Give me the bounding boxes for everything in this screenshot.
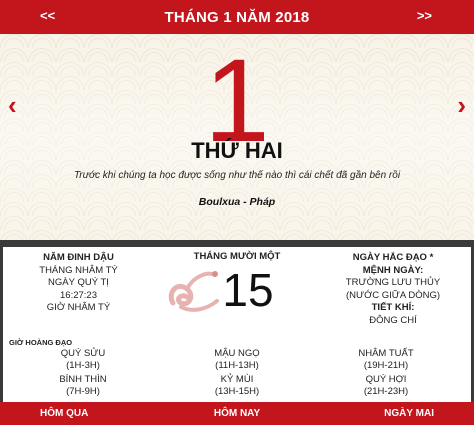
hour-name: MẬU NGỌ (214, 348, 260, 359)
hour-range: (21H-23H) (363, 386, 409, 397)
current-hour-canchi: GIỜ NHÂM TÝ (46, 302, 111, 314)
prev-day-arrow-icon[interactable]: ‹ (8, 90, 17, 121)
menh-ngay-label: MỆNH NGÀY: (362, 264, 424, 276)
lunar-day-number: 15 (222, 264, 274, 316)
hour-range: (13H-15H) (214, 386, 260, 397)
menh-ngay-value: TRƯỜNG LƯU THỦY (345, 277, 441, 289)
hour-name: QUÝ SỬU (60, 348, 106, 359)
weekday-label: THỨ HAI (191, 138, 283, 163)
hour-item: MẬU NGỌ (11H-13H) (162, 348, 312, 372)
divider (0, 240, 474, 247)
daily-quote: Trước khi chúng ta học được sống như thế… (73, 170, 401, 181)
lunar-right-info: NGÀY HẮC ĐẠO * MỆNH NGÀY: TRƯỜNG LƯU THỦ… (323, 252, 463, 328)
tiet-khi-value: ĐÔNG CHÍ (369, 314, 417, 326)
current-time: 16:27:23 (60, 289, 97, 301)
lunar-panel: NĂM ĐINH DẬU THÁNG NHÂM TÝ NGÀY QUÝ TỊ 1… (3, 247, 471, 402)
hour-item: NHÂM TUẤT (19H-21H) (311, 348, 461, 372)
solar-day-panel: 1 THỨ HAI Trước khi chúng ta học được số… (0, 34, 474, 240)
hour-name: KỶ MÙI (220, 374, 254, 385)
next-day-arrow-icon[interactable]: › (457, 90, 466, 121)
hour-range: (19H-21H) (363, 360, 409, 371)
month-header: << THÁNG 1 NĂM 2018 >> (0, 0, 474, 34)
next-month-button[interactable]: >> (417, 8, 432, 23)
hour-range: (1H-3H) (66, 360, 100, 371)
auspicious-hours-label: GIỜ HOÀNG ĐẠO (9, 338, 73, 347)
hour-name: QUÝ HỢI (365, 374, 407, 385)
tiet-khi-label: TIẾT KHÍ: (371, 302, 415, 314)
prev-month-button[interactable]: << (40, 8, 55, 23)
lunar-year: NĂM ĐINH DẬU (43, 252, 114, 263)
lunar-day-canchi: NGÀY QUÝ TỊ (48, 277, 109, 289)
day-navigation-bar: HÔM QUA HÔM NAY NGÀY MAI (0, 402, 474, 425)
hour-range: (11H-13H) (215, 360, 259, 371)
hour-item: QUÝ HỢI (21H-23H) (311, 374, 461, 398)
day-type: NGÀY HẮC ĐẠO * (352, 252, 434, 263)
lunar-month-canchi: THÁNG NHÂM TÝ (39, 264, 118, 276)
quote-author: Boulxua - Pháp (198, 196, 276, 208)
lunar-left-info: NĂM ĐINH DẬU THÁNG NHÂM TÝ NGÀY QUÝ TỊ 1… (11, 252, 146, 315)
hour-range: (7H-9H) (66, 386, 100, 397)
menh-ngay-desc: (NƯỚC GIỮA DÒNG) (345, 289, 441, 301)
month-title: THÁNG 1 NĂM 2018 (164, 8, 310, 26)
hour-name: BÍNH THÌN (59, 374, 107, 385)
tomorrow-button[interactable]: NGÀY MAI (384, 408, 434, 419)
hour-item: QUÝ SỬU (1H-3H) (8, 348, 158, 372)
calendar-widget: << THÁNG 1 NĂM 2018 >> 1 THỨ HAI Trước k… (0, 0, 474, 425)
hour-name: NHÂM TUẤT (358, 348, 414, 359)
hour-item: KỶ MÙI (13H-15H) (162, 374, 312, 398)
hour-item: BÍNH THÌN (7H-9H) (8, 374, 158, 398)
lunar-month-label: THÁNG MƯỜI MỘT (193, 251, 281, 262)
